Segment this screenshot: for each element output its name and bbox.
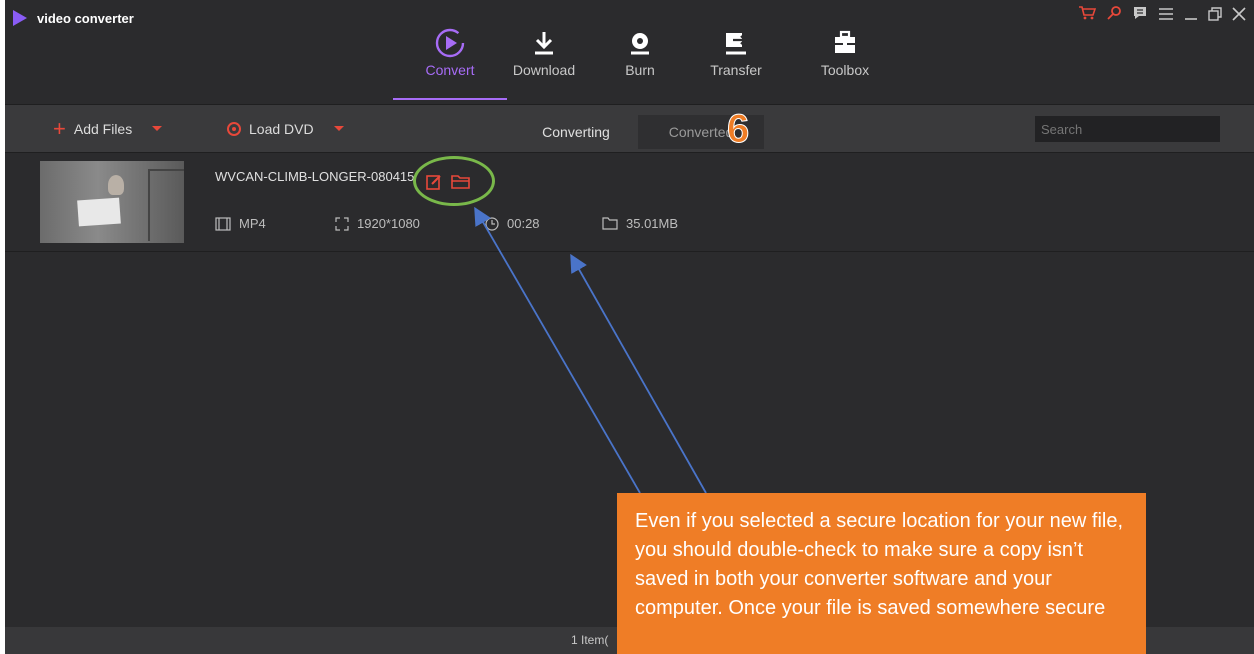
film-icon xyxy=(215,216,231,231)
tab-toolbox-label: Toolbox xyxy=(820,62,870,78)
format-value: MP4 xyxy=(239,216,266,231)
disc-icon xyxy=(227,121,241,136)
chat-icon[interactable] xyxy=(1132,4,1148,27)
add-files-label: Add Files xyxy=(73,120,133,137)
close-icon[interactable] xyxy=(1232,4,1246,27)
tab-convert-label: Convert xyxy=(425,62,475,78)
thumbnail-sign xyxy=(77,197,121,227)
add-files-dropdown-icon[interactable] xyxy=(152,126,163,131)
menu-icon[interactable] xyxy=(1158,4,1174,27)
tab-transfer[interactable]: Transfer xyxy=(691,24,781,78)
step-number-badge: 6 xyxy=(726,107,750,151)
key-icon[interactable] xyxy=(1106,4,1122,27)
minimize-icon[interactable] xyxy=(1184,4,1198,27)
tab-transfer-label: Transfer xyxy=(710,62,762,78)
file-row[interactable]: WVCAN-CLIMB-LONGER-080415 MP4 1920*1080 … xyxy=(5,153,1254,252)
cart-icon[interactable] xyxy=(1078,4,1097,27)
duration-info: 00:28 xyxy=(485,216,540,231)
resolution-info: 1920*1080 xyxy=(335,216,420,231)
tab-converting[interactable]: Converting xyxy=(513,115,639,149)
load-dvd-dropdown-icon[interactable] xyxy=(333,126,344,131)
app-logo: video converter xyxy=(13,10,134,26)
window-controls xyxy=(1078,4,1246,27)
folder-icon xyxy=(602,217,618,230)
format-info: MP4 xyxy=(215,216,266,231)
size-info: 35.01MB xyxy=(602,216,678,231)
add-files-button[interactable]: + Add Files xyxy=(53,105,163,152)
app-title: video converter xyxy=(37,10,134,26)
highlight-circle xyxy=(413,156,495,206)
tab-download-label: Download xyxy=(512,62,576,78)
video-thumbnail[interactable] xyxy=(40,161,184,243)
thumbnail-person xyxy=(108,175,124,195)
size-value: 35.01MB xyxy=(626,216,679,231)
resolution-value: 1920*1080 xyxy=(357,216,420,231)
logo-play-icon xyxy=(13,10,27,26)
duration-value: 00:28 xyxy=(507,216,540,231)
transfer-icon xyxy=(691,24,781,62)
plus-icon: + xyxy=(53,115,66,141)
clock-icon xyxy=(485,216,499,231)
tab-toolbox[interactable]: Toolbox xyxy=(800,24,890,78)
instruction-callout: Even if you selected a secure location f… xyxy=(617,493,1146,654)
file-name: WVCAN-CLIMB-LONGER-080415 xyxy=(215,169,415,184)
burn-icon xyxy=(595,24,685,62)
download-icon xyxy=(499,24,589,62)
convert-icon xyxy=(405,24,495,62)
resolution-icon xyxy=(335,216,349,231)
tab-convert[interactable]: Convert xyxy=(393,24,507,100)
tab-burn-label: Burn xyxy=(625,62,655,78)
load-dvd-label: Load DVD xyxy=(249,120,314,137)
thumbnail-railing xyxy=(148,169,184,241)
toolbox-icon xyxy=(800,24,890,62)
item-count: 1 Item( xyxy=(571,633,609,647)
restore-icon[interactable] xyxy=(1208,4,1222,27)
title-bar: video converter Convert Download Burn Tr… xyxy=(5,0,1254,105)
search-input[interactable] xyxy=(1035,116,1220,142)
tab-download[interactable]: Download xyxy=(499,24,589,78)
tab-burn[interactable]: Burn xyxy=(595,24,685,78)
load-dvd-button[interactable]: Load DVD xyxy=(227,105,344,152)
